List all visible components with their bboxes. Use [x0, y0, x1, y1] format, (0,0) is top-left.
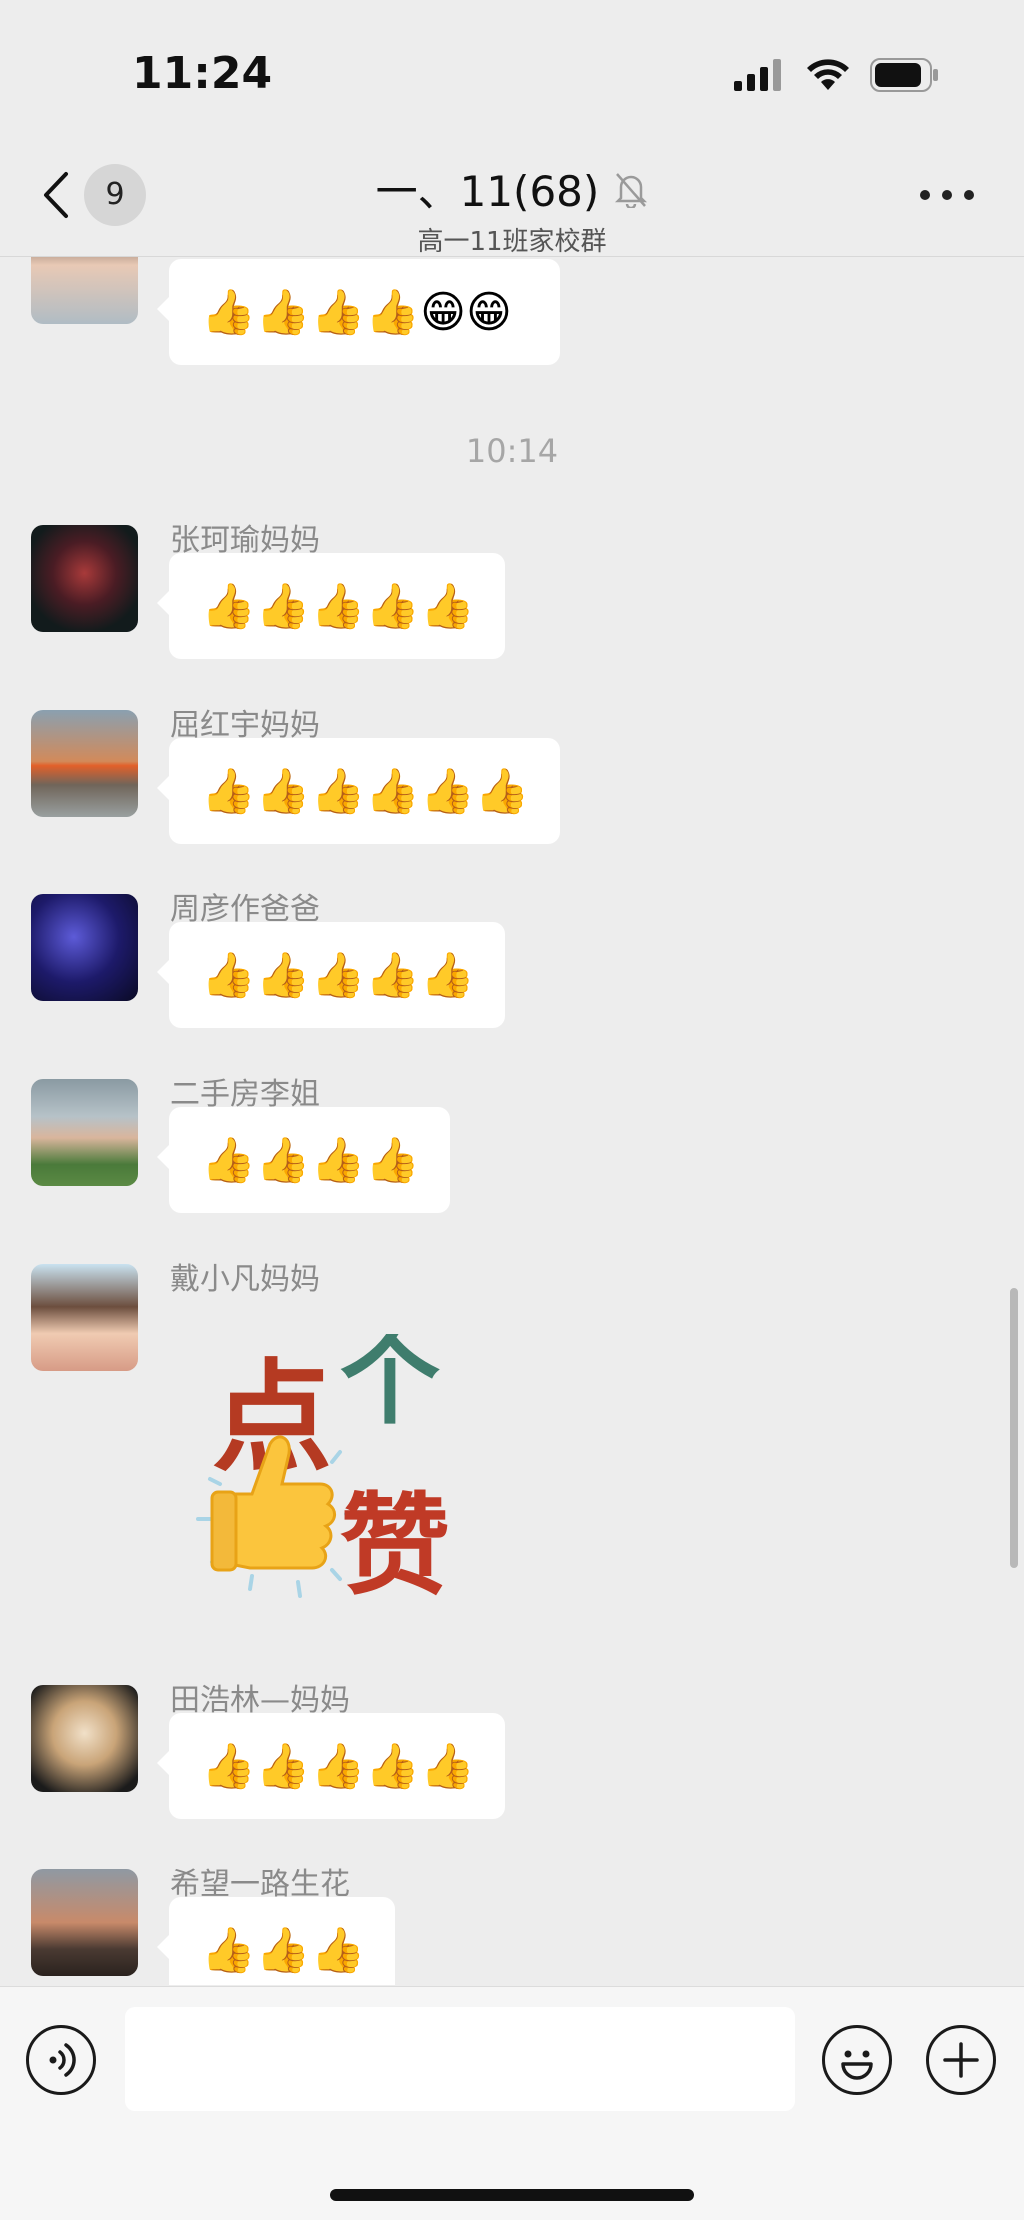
voice-input-button[interactable] — [26, 2025, 96, 2095]
message-text: 👍👍👍👍👍 — [201, 1741, 475, 1792]
more-options-icon[interactable] — [920, 190, 974, 200]
message-bubble[interactable]: 👍👍👍👍😁😁 — [157, 259, 560, 365]
avatar[interactable] — [31, 710, 138, 817]
avatar[interactable] — [31, 1869, 138, 1976]
more-actions-button[interactable] — [926, 2025, 996, 2095]
sender-name: 戴小凡妈妈 — [170, 1262, 320, 1297]
avatar[interactable] — [31, 894, 138, 1001]
emoji-button[interactable] — [822, 2025, 892, 2095]
avatar[interactable] — [31, 1685, 138, 1792]
chat-subtitle: 高一11班家校群 — [417, 227, 607, 257]
sticker-char: 个 — [340, 1334, 440, 1438]
message-bubble[interactable]: 👍👍👍👍👍 — [157, 922, 505, 1028]
message-bubble[interactable]: 👍👍👍👍👍 — [157, 1713, 505, 1819]
message-bubble[interactable]: 👍👍👍 — [157, 1897, 395, 1985]
voice-icon — [49, 2043, 76, 2077]
smiley-icon — [841, 2050, 873, 2080]
message-timestamp: 10:14 — [465, 432, 559, 470]
message-text: 👍👍👍 — [201, 1925, 366, 1976]
message-text: 👍👍👍👍👍 — [201, 950, 475, 1001]
status-time: 11:24 — [132, 48, 273, 99]
message-text: 👍👍👍👍👍 — [201, 581, 475, 632]
chat-title-group[interactable]: 一、11(68) 高一11班家校群 — [0, 158, 1024, 258]
plus-icon — [943, 2042, 979, 2078]
muted-bell-icon — [615, 172, 648, 208]
chat-title: 一、11(68) — [375, 167, 600, 216]
message-bubble[interactable]: 👍👍👍👍👍👍 — [157, 738, 560, 844]
message-input[interactable] — [125, 2007, 795, 2111]
cellular-signal-icon — [734, 59, 781, 91]
status-bar: 11:24 — [0, 0, 1024, 150]
avatar[interactable] — [31, 257, 138, 324]
avatar[interactable] — [31, 1264, 138, 1371]
message-text: 👍👍👍👍👍👍 — [201, 766, 530, 817]
message-text: 👍👍👍👍 — [201, 1135, 421, 1186]
wifi-icon — [807, 59, 849, 90]
avatar[interactable] — [31, 525, 138, 632]
sticker-char: 赞 — [340, 1482, 450, 1610]
like-sticker[interactable]: 点 个 赞 — [190, 1334, 480, 1634]
message-bubble[interactable]: 👍👍👍👍👍 — [157, 553, 505, 659]
battery-icon — [870, 58, 938, 92]
message-text: 👍👍👍👍😁😁 — [201, 287, 512, 338]
avatar[interactable] — [31, 1079, 138, 1186]
status-icons — [734, 58, 940, 92]
input-bar — [0, 1986, 1024, 2220]
home-indicator — [330, 2189, 694, 2201]
chat-header: 9 一、11(68) 高一11班家校群 — [0, 150, 1024, 257]
message-bubble[interactable]: 👍👍👍👍 — [157, 1107, 450, 1213]
message-list[interactable]: 👍👍👍👍😁😁 10:14 张珂瑜妈妈 👍👍👍👍👍 屈红宇妈妈 👍👍👍👍👍👍 周彦… — [0, 257, 1024, 1985]
scrollbar[interactable] — [1010, 1288, 1018, 1568]
